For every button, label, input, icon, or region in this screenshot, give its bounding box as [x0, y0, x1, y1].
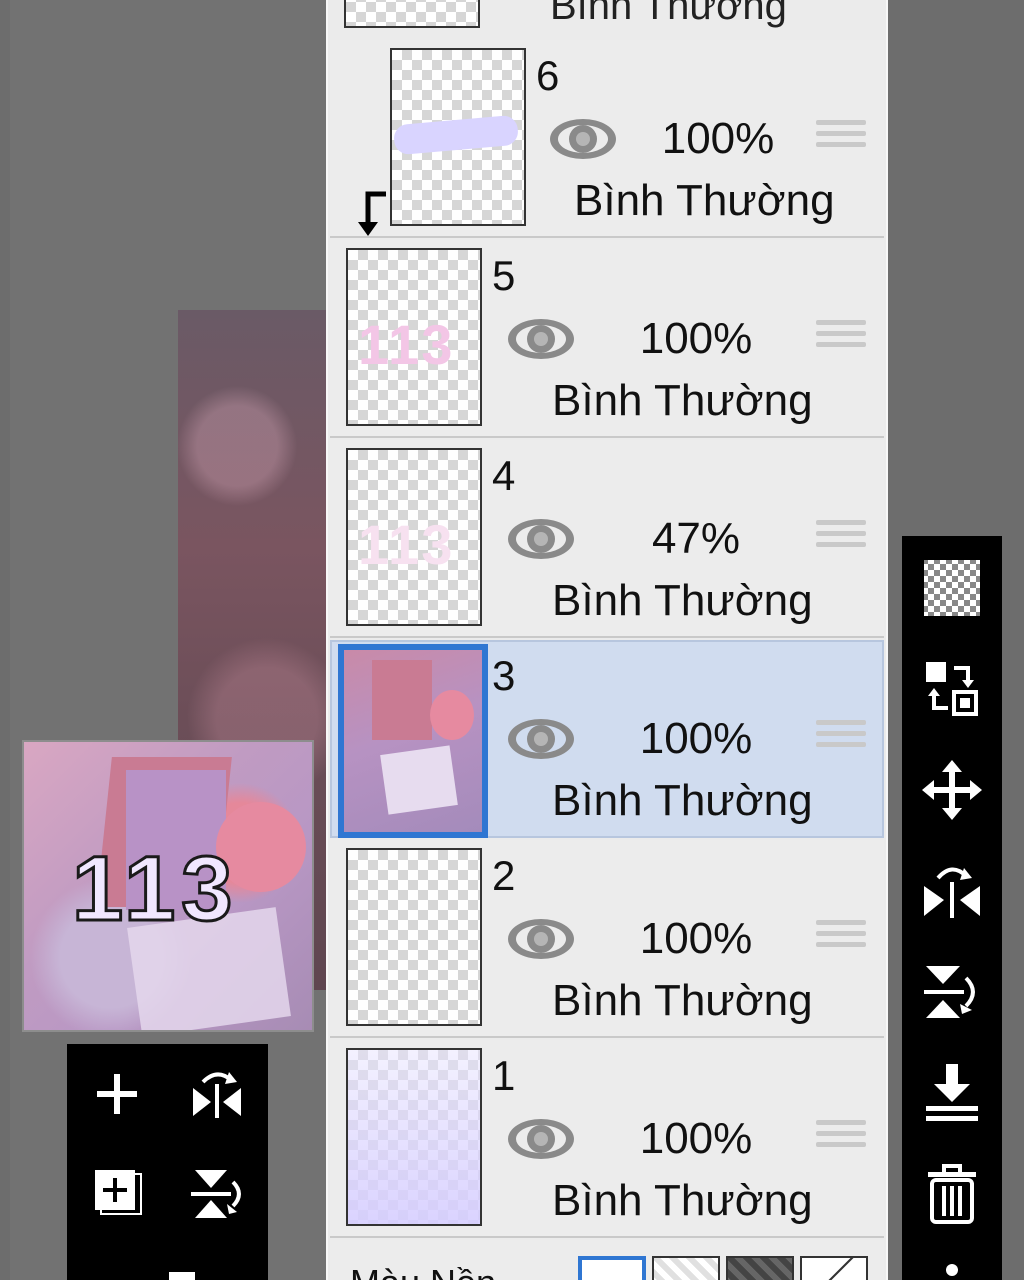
thumbnail-number-text: 113	[358, 513, 455, 576]
layer-tools-toolbar	[902, 536, 1002, 1280]
visibility-eye-icon[interactable]	[506, 316, 576, 362]
swap-layers-icon	[926, 662, 978, 716]
layer-row-1[interactable]: 1 100% Bình Thường	[330, 1040, 884, 1238]
thumbnail-book-shape	[372, 660, 432, 740]
layer-actions-toolbar	[67, 1044, 268, 1280]
flip-horizontal-button[interactable]	[918, 856, 986, 924]
layer-opacity[interactable]: 100%	[626, 914, 766, 964]
more-options-button[interactable]	[918, 1252, 986, 1280]
layer-blend-mode[interactable]: Bình Thường	[552, 576, 813, 626]
move-icon	[922, 760, 982, 820]
flip-horizontal-icon	[193, 1072, 241, 1118]
layer-row-partial[interactable]: Bình Thường	[328, 0, 886, 40]
layer-number: 6	[536, 52, 560, 99]
thumbnail-fill	[348, 1050, 480, 1224]
visibility-eye-icon[interactable]	[506, 716, 576, 762]
visibility-eye-icon[interactable]	[506, 516, 576, 562]
merge-down-icon	[926, 1064, 978, 1121]
drag-handle-icon[interactable]	[816, 314, 866, 356]
thumbnail-number-text: 113	[358, 313, 455, 376]
bg-white-swatch[interactable]	[578, 1256, 646, 1280]
layer-number: 1	[492, 1052, 516, 1099]
flip-layer-horizontal-button[interactable]	[189, 1066, 245, 1122]
visibility-eye-icon[interactable]	[548, 116, 618, 162]
transparency-lock-button[interactable]	[918, 554, 986, 622]
layer-blend-mode[interactable]: Bình Thường	[550, 0, 787, 29]
layer-number: 5	[492, 252, 516, 299]
move-layer-button[interactable]	[918, 756, 986, 824]
delete-layer-button[interactable]	[918, 1160, 986, 1228]
layer-thumbnail: 113	[346, 448, 482, 626]
navigator-preview[interactable]: 113	[22, 740, 314, 1032]
layer-opacity[interactable]: 100%	[626, 714, 766, 764]
minus-icon	[169, 1272, 195, 1280]
layer-thumbnail	[390, 48, 526, 226]
layer-number: 2	[492, 852, 516, 899]
layer-blend-mode[interactable]: Bình Thường	[552, 776, 813, 826]
visibility-eye-icon[interactable]	[506, 916, 576, 962]
remove-button[interactable]	[167, 1270, 197, 1280]
thumbnail-tray-shape	[380, 745, 458, 815]
background-color-row: Màu Nền	[330, 1240, 884, 1280]
layer-number: 3	[492, 652, 516, 699]
more-icon	[946, 1264, 958, 1276]
visibility-eye-icon[interactable]	[506, 1116, 576, 1162]
swap-layer-button[interactable]	[918, 654, 986, 722]
bg-none-swatch[interactable]	[800, 1256, 868, 1280]
layer-blend-mode[interactable]: Bình Thường	[552, 1176, 813, 1226]
layer-blend-mode[interactable]: Bình Thường	[574, 176, 835, 226]
flip-vertical-icon	[924, 966, 975, 1018]
drag-handle-icon[interactable]	[816, 1114, 866, 1156]
layer-row-5[interactable]: 113 5 100% Bình Thường	[330, 240, 884, 438]
add-layer-button[interactable]	[93, 1070, 141, 1118]
layer-opacity[interactable]: 100%	[626, 1114, 766, 1164]
layer-opacity[interactable]: 100%	[626, 314, 766, 364]
layer-thumbnail: 113	[346, 248, 482, 426]
thumbnail-cup-shape	[430, 690, 474, 740]
flip-horizontal-icon	[924, 867, 980, 918]
layer-opacity[interactable]: 100%	[648, 114, 788, 164]
add-layer-copy-icon	[95, 1170, 142, 1215]
clipping-arrow-icon	[358, 191, 386, 236]
bg-transparent-light-swatch[interactable]	[652, 1256, 720, 1280]
layer-thumbnail	[344, 0, 480, 28]
layer-row-2[interactable]: 2 100% Bình Thường	[330, 840, 884, 1038]
flip-vertical-icon	[191, 1170, 241, 1218]
layer-row-4[interactable]: 113 4 47% Bình Thường	[330, 440, 884, 638]
layer-opacity[interactable]: 47%	[626, 514, 766, 564]
flip-layer-vertical-button[interactable]	[189, 1166, 245, 1222]
layer-row-3[interactable]: 3 100% Bình Thường	[330, 640, 884, 838]
transparency-icon	[924, 560, 980, 616]
merge-down-button[interactable]	[918, 1058, 986, 1126]
layer-blend-mode[interactable]: Bình Thường	[552, 376, 813, 426]
layer-thumbnail	[346, 848, 482, 1026]
layer-row-6[interactable]: 6 100% Bình Thường	[330, 40, 884, 238]
duplicate-layer-button[interactable]	[91, 1168, 147, 1224]
delete-icon	[928, 1164, 976, 1224]
background-color-label: Màu Nền	[350, 1262, 496, 1280]
drag-handle-icon[interactable]	[816, 114, 866, 156]
layer-thumbnail	[338, 644, 488, 838]
drag-handle-icon[interactable]	[816, 714, 866, 756]
layers-panel: Bình Thường 6 100% Bình Thường 113 5 100…	[326, 0, 888, 1280]
thumbnail-stroke	[392, 114, 520, 156]
layer-thumbnail	[346, 1048, 482, 1226]
bg-transparent-dark-swatch[interactable]	[726, 1256, 794, 1280]
layer-blend-mode[interactable]: Bình Thường	[552, 976, 813, 1026]
drag-handle-icon[interactable]	[816, 914, 866, 956]
preview-number-text: 113	[70, 837, 239, 942]
flip-vertical-button[interactable]	[918, 958, 986, 1026]
layer-number: 4	[492, 452, 516, 499]
drag-handle-icon[interactable]	[816, 514, 866, 556]
add-layer-icon	[97, 1074, 137, 1114]
